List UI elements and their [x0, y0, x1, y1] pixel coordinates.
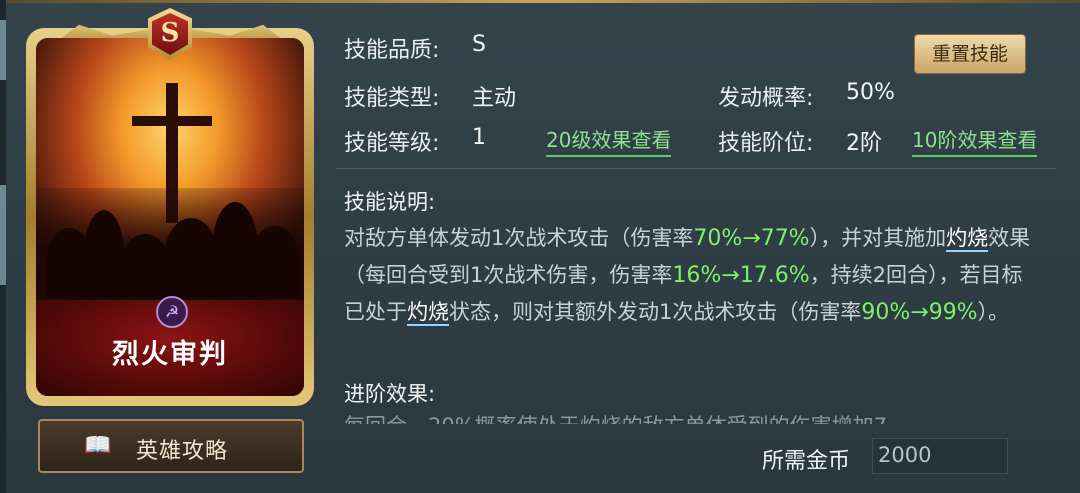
level-label: 技能等级:: [344, 131, 440, 156]
extra-attack-rate-value: 90%→99%: [861, 300, 978, 325]
desc-text: 对敌方单体发动1次战术攻击（伤害率: [344, 226, 694, 250]
faction-emblem-icon: ☭: [156, 296, 188, 328]
grade-letter: S: [160, 18, 180, 48]
type-value: 主动: [472, 86, 517, 111]
skill-card: ☭ 烈火审判 S: [26, 8, 316, 408]
quality-label: 技能品质:: [344, 38, 440, 63]
book-icon: 📖: [84, 433, 112, 458]
desc-text: ），并对其施加: [809, 226, 947, 250]
cost-label: 所需金币: [762, 449, 851, 474]
hero-guide-label: 英雄攻略: [136, 439, 229, 464]
level-effect-link[interactable]: 20级效果查看: [546, 124, 672, 157]
skill-name: 烈火审判: [112, 339, 228, 370]
damage-rate-value: 70%→77%: [693, 226, 810, 251]
burn-keyword[interactable]: 灼烧: [946, 226, 989, 252]
tier-value: 2阶: [846, 131, 882, 156]
advance-title: 进阶效果:: [344, 382, 436, 406]
quality-value: S: [472, 32, 486, 57]
chance-value: 50%: [846, 80, 895, 105]
hero-guide-button[interactable]: 📖 英雄攻略: [38, 419, 304, 473]
desc-text: 状态，则对其额外发动1次战术攻击（伤害率: [449, 300, 862, 324]
burn-keyword[interactable]: 灼烧: [407, 300, 449, 326]
left-tab-marker[interactable]: [0, 185, 6, 285]
crowd-silhouette: [36, 188, 304, 298]
skill-description: 对敌方单体发动1次战术攻击（伤害率70%→77%），并对其施加灼烧效果（每回合受…: [344, 220, 1034, 331]
chance-label: 发动概率:: [718, 86, 814, 111]
fire-art: [36, 38, 304, 298]
burn-rate-value: 16%→17.6%: [672, 263, 810, 288]
description-title: 技能说明:: [344, 190, 436, 214]
type-label: 技能类型:: [344, 86, 440, 111]
top-border: [0, 0, 1080, 3]
cross-bar: [132, 116, 212, 126]
level-value: 1: [472, 125, 486, 150]
advance-effect-text: 每回合，20%概率使处于灼烧的敌方单体受到的伤害增加7: [344, 410, 1034, 424]
reset-skill-button[interactable]: 重置技能: [914, 34, 1026, 74]
tier-effect-link[interactable]: 10阶效果查看: [912, 124, 1038, 157]
tier-label: 技能阶位:: [718, 131, 814, 156]
cost-value: 2000: [878, 443, 932, 467]
left-tab-marker[interactable]: [0, 20, 6, 80]
desc-text: ）。: [977, 300, 1010, 324]
card-artwork: ☭ 烈火审判: [36, 38, 304, 396]
divider: [336, 168, 1056, 169]
